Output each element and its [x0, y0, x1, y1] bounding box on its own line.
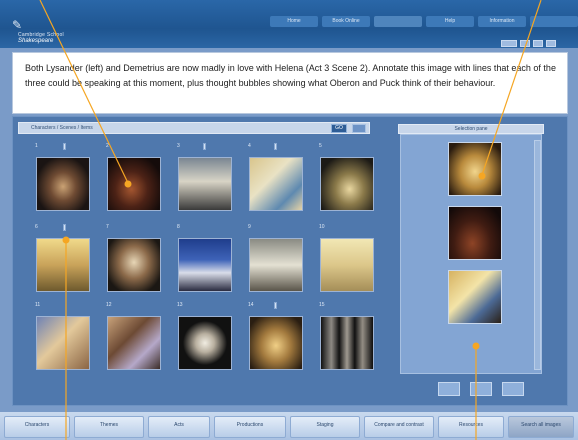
thumbnail-2[interactable]	[107, 157, 161, 211]
nav-help[interactable]: Help	[426, 16, 474, 27]
thumb-number: 1	[35, 143, 38, 149]
thumbnail-7[interactable]	[107, 238, 161, 292]
nav-item-3[interactable]	[374, 16, 422, 27]
selected-image-1[interactable]	[448, 142, 502, 196]
thumb-number: 11	[35, 302, 41, 308]
drag-handle[interactable]	[63, 224, 66, 231]
thumb-number: 5	[319, 143, 322, 149]
pane-control-3[interactable]	[502, 382, 524, 396]
thumbnail-3[interactable]	[178, 157, 232, 211]
thumbnail-1[interactable]	[36, 157, 90, 211]
thumb-number: 12	[106, 302, 112, 308]
drag-handle[interactable]	[274, 302, 277, 309]
selected-image-3[interactable]	[448, 270, 502, 324]
nav-information[interactable]: Information	[478, 16, 526, 27]
thumbnail-13[interactable]	[178, 316, 232, 370]
thumb-number: 13	[177, 302, 183, 308]
thumb-number: 10	[319, 224, 325, 230]
thumbnail-9[interactable]	[249, 238, 303, 292]
nav-item-6[interactable]	[530, 16, 578, 27]
top-nav: Home Book Online Help Information	[270, 16, 578, 28]
pane-control-2[interactable]	[470, 382, 492, 396]
thumb-number: 7	[106, 224, 109, 230]
thumbnail-10[interactable]	[320, 238, 374, 292]
thumbnail-15[interactable]	[320, 316, 374, 370]
nav-home[interactable]: Home	[270, 16, 318, 27]
search-input[interactable]: Characters / Scenes / Items	[18, 122, 370, 134]
reset-button[interactable]	[352, 124, 366, 133]
go-button[interactable]: GO	[331, 124, 347, 133]
tab-productions[interactable]: Productions	[214, 416, 286, 438]
minimise-button[interactable]	[520, 40, 530, 47]
thumbnail-12[interactable]	[107, 316, 161, 370]
thumb-number: 15	[319, 302, 325, 308]
app-logo[interactable]: ✎ Cambridge School Shakespeare	[10, 18, 80, 44]
print-button[interactable]	[501, 40, 517, 47]
thumb-number: 8	[177, 224, 180, 230]
thumbnail-6[interactable]	[36, 238, 90, 292]
tab-compare-and-contrast[interactable]: Compare and contrast	[364, 416, 434, 438]
thumb-number: 6	[35, 224, 38, 230]
instruction-panel: Both Lysander (left) and Demetrius are n…	[12, 52, 568, 114]
thumbnail-8[interactable]	[178, 238, 232, 292]
thumb-number: 2	[106, 143, 109, 149]
quill-icon: ✎	[12, 18, 23, 32]
thumbnail-14[interactable]	[249, 316, 303, 370]
selected-image-2[interactable]	[448, 206, 502, 260]
selection-pane-header: Selection pane	[398, 124, 544, 134]
instruction-text: Both Lysander (left) and Demetrius are n…	[25, 63, 556, 88]
tab-search-all-images[interactable]: Search all images	[508, 416, 574, 438]
window-controls	[501, 40, 556, 47]
tab-staging[interactable]: Staging	[290, 416, 360, 438]
tab-themes[interactable]: Themes	[74, 416, 144, 438]
tab-resources[interactable]: Resources	[438, 416, 504, 438]
maximise-button[interactable]	[533, 40, 543, 47]
selection-scrollbar[interactable]	[534, 140, 541, 370]
thumb-number: 14	[248, 302, 254, 308]
logo-line2: Shakespeare	[18, 38, 54, 44]
thumb-number: 9	[248, 224, 251, 230]
drag-handle[interactable]	[63, 143, 66, 150]
pane-control-1[interactable]	[438, 382, 460, 396]
nav-book-online[interactable]: Book Online	[322, 16, 370, 27]
tab-characters[interactable]: Characters	[4, 416, 70, 438]
thumbnail-5[interactable]	[320, 157, 374, 211]
tab-acts[interactable]: Acts	[148, 416, 210, 438]
thumbnail-4[interactable]	[249, 157, 303, 211]
thumb-number: 3	[177, 143, 180, 149]
drag-handle[interactable]	[203, 143, 206, 150]
close-button[interactable]	[546, 40, 556, 47]
drag-handle[interactable]	[274, 143, 277, 150]
thumbnail-11[interactable]	[36, 316, 90, 370]
thumb-number: 4	[248, 143, 251, 149]
top-bar: ✎ Cambridge School Shakespeare Home Book…	[0, 0, 578, 48]
